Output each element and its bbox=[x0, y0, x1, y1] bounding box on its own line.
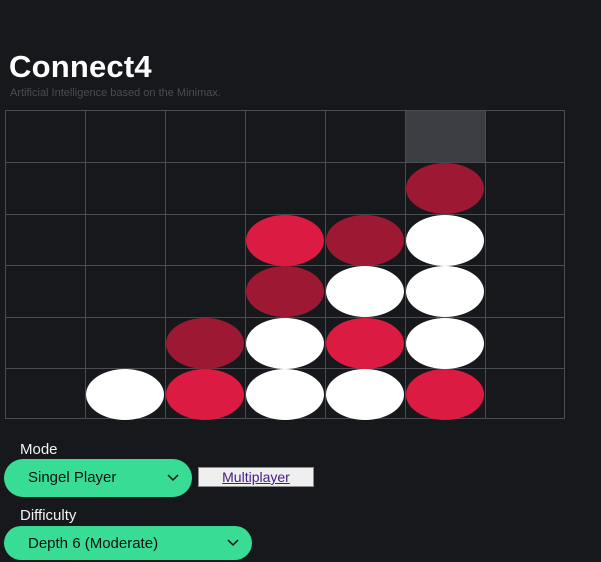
disc-dark bbox=[166, 318, 244, 369]
disc-red bbox=[326, 318, 404, 369]
disc-red bbox=[166, 369, 244, 420]
disc-dark bbox=[406, 163, 484, 214]
difficulty-selected-value: Depth 6 (Moderate) bbox=[28, 535, 159, 552]
mode-select[interactable]: Singel Player bbox=[4, 459, 192, 497]
grid-line bbox=[5, 162, 565, 163]
disc-dark bbox=[246, 266, 324, 317]
mode-label: Mode bbox=[20, 441, 58, 458]
disc-red bbox=[406, 369, 484, 420]
disc-red bbox=[246, 215, 324, 266]
chevron-down-icon bbox=[227, 526, 243, 560]
chevron-down-icon bbox=[167, 459, 183, 497]
disc-white bbox=[406, 266, 484, 317]
disc-white bbox=[246, 318, 324, 369]
disc-white bbox=[326, 266, 404, 317]
mode-selected-value: Singel Player bbox=[28, 469, 117, 486]
difficulty-label: Difficulty bbox=[20, 507, 77, 524]
app-subtitle: Artificial Intelligence based on the Min… bbox=[10, 87, 221, 99]
disc-white bbox=[326, 369, 404, 420]
disc-dark bbox=[326, 215, 404, 266]
disc-white bbox=[246, 369, 324, 420]
game-board[interactable] bbox=[5, 110, 565, 420]
disc-white bbox=[406, 318, 484, 369]
multiplayer-button[interactable]: Multiplayer bbox=[198, 467, 314, 487]
app-title: Connect4 bbox=[9, 49, 152, 84]
difficulty-select[interactable]: Depth 6 (Moderate) bbox=[4, 526, 252, 560]
disc-white bbox=[406, 215, 484, 266]
disc-white bbox=[86, 369, 164, 420]
